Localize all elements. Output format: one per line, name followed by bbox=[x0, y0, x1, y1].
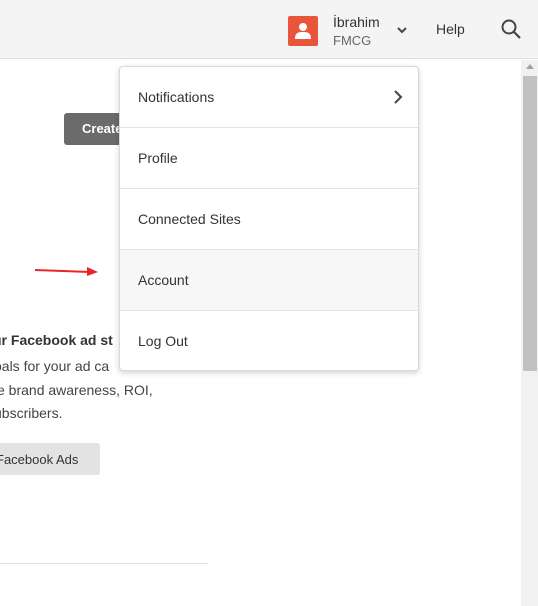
facebook-ads-button[interactable]: Facebook Ads bbox=[0, 443, 100, 475]
description-line: oals for your ad ca bbox=[0, 358, 110, 374]
user-dropdown-menu: Notifications Profile Connected Sites Ac… bbox=[119, 66, 419, 371]
user-avatar[interactable] bbox=[288, 16, 318, 46]
facebook-ads-button-label: Facebook Ads bbox=[0, 452, 79, 467]
help-link[interactable]: Help bbox=[436, 21, 465, 37]
menu-item-account[interactable]: Account bbox=[120, 250, 418, 311]
menu-item-label: Log Out bbox=[138, 333, 188, 349]
chevron-down-icon[interactable] bbox=[395, 23, 409, 37]
facebook-ad-heading: ur Facebook ad st bbox=[0, 332, 113, 348]
menu-item-label: Account bbox=[138, 272, 189, 288]
chevron-right-icon bbox=[394, 90, 403, 104]
user-name[interactable]: İbrahim bbox=[333, 14, 380, 30]
user-organization[interactable]: FMCG bbox=[333, 33, 371, 48]
menu-item-profile[interactable]: Profile bbox=[120, 128, 418, 189]
user-icon bbox=[295, 23, 311, 39]
menu-item-label: Profile bbox=[138, 150, 178, 166]
search-icon[interactable] bbox=[500, 18, 522, 40]
top-header: İbrahim FMCG Help bbox=[0, 0, 538, 59]
menu-item-log-out[interactable]: Log Out bbox=[120, 311, 418, 370]
divider bbox=[0, 563, 208, 564]
scroll-up-arrow-icon[interactable] bbox=[526, 64, 534, 69]
description-line: e brand awareness, ROI, bbox=[0, 382, 153, 398]
annotation-arrow-icon bbox=[35, 267, 98, 276]
menu-item-label: Connected Sites bbox=[138, 211, 241, 227]
menu-item-connected-sites[interactable]: Connected Sites bbox=[120, 189, 418, 250]
menu-item-label: Notifications bbox=[138, 89, 215, 105]
scrollbar-thumb[interactable] bbox=[523, 76, 537, 371]
page: İbrahim FMCG Help Create ur Facebook ad … bbox=[0, 0, 538, 606]
menu-item-notifications[interactable]: Notifications bbox=[120, 67, 418, 128]
description-line: ubscribers. bbox=[0, 405, 63, 421]
